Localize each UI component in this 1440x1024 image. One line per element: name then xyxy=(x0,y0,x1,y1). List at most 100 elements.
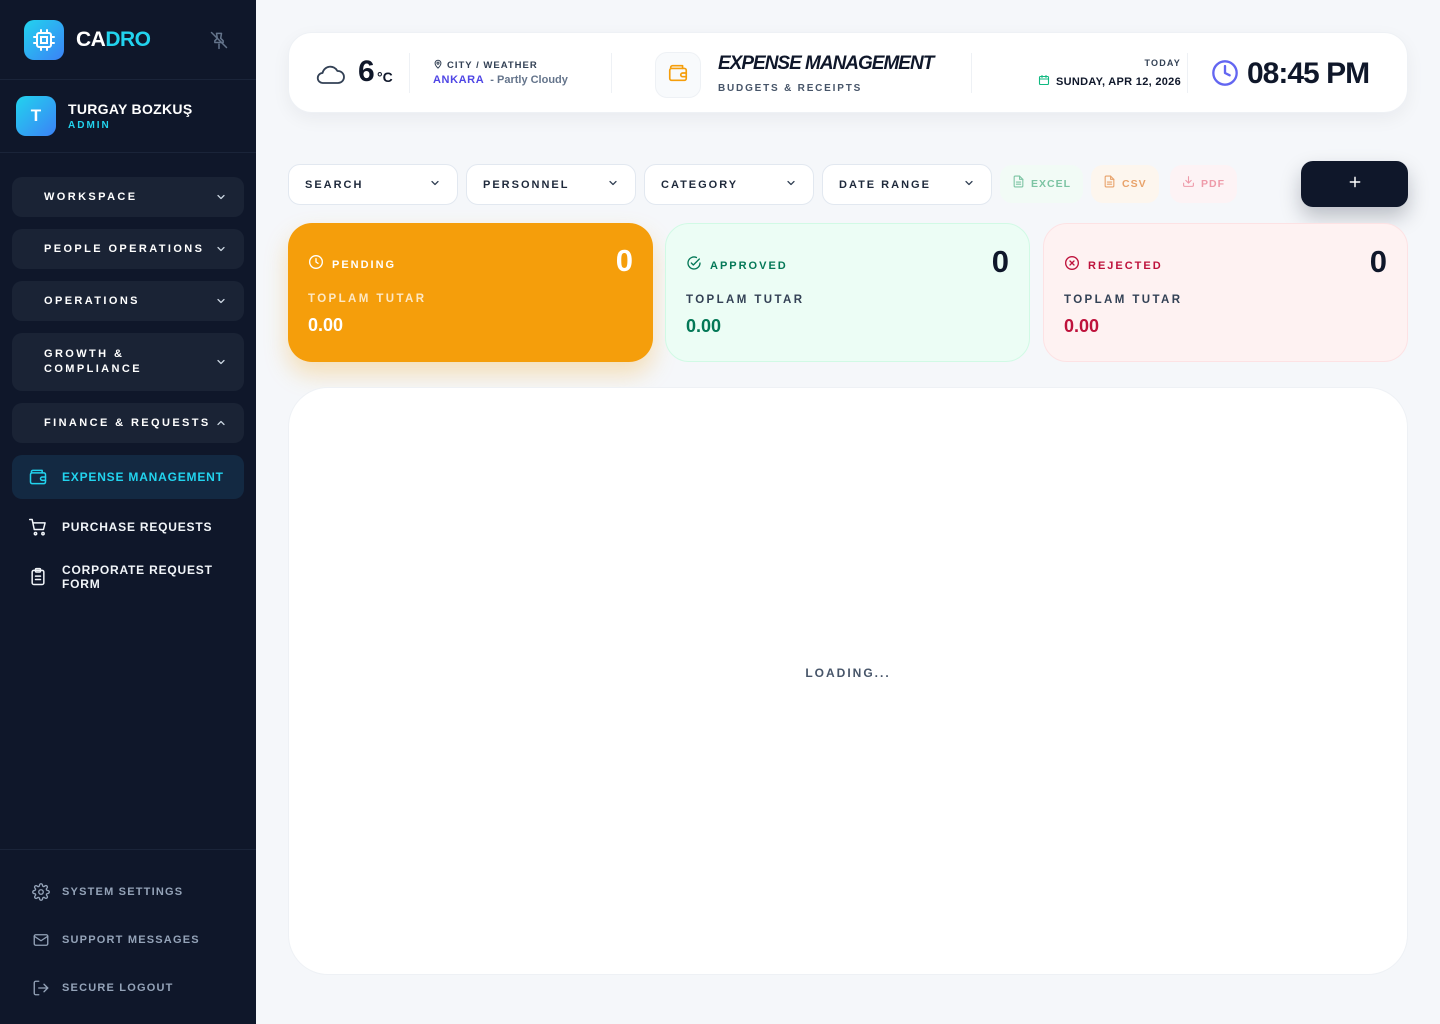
category-filter[interactable]: CATEGORY xyxy=(644,164,814,205)
location-pin-icon xyxy=(433,56,443,74)
divider xyxy=(409,53,410,93)
download-icon xyxy=(1182,175,1195,193)
approved-stat-card[interactable]: APPROVED 0 TOPLAM TUTAR 0.00 xyxy=(665,223,1030,362)
rejected-stat-card[interactable]: REJECTED 0 TOPLAM TUTAR 0.00 xyxy=(1043,223,1408,362)
file-spreadsheet-icon xyxy=(1012,175,1025,193)
stat-amount: 0.00 xyxy=(1064,316,1100,336)
sidebar-footer: SYSTEM SETTINGS SUPPORT MESSAGES SECURE … xyxy=(0,849,256,1024)
stat-status: REJECTED xyxy=(1088,259,1163,272)
city-weather-label: CITY / WEATHER xyxy=(433,56,538,74)
secure-logout-link[interactable]: SECURE LOGOUT xyxy=(20,964,236,1012)
sidebar-nav: WORKSPACE PEOPLE OPERATIONS OPERATIONS G… xyxy=(0,153,256,605)
page-icon-box xyxy=(655,52,701,98)
sidebar-group-label: PEOPLE OPERATIONS xyxy=(44,242,205,255)
clipboard-icon xyxy=(28,567,48,587)
sidebar-group-finance-requests[interactable]: FINANCE & REQUESTS xyxy=(12,403,244,443)
stat-sublabel: TOPLAM TUTAR xyxy=(1064,294,1183,306)
sidebar-item-expense-management[interactable]: EXPENSE MANAGEMENT xyxy=(12,455,244,499)
stat-sublabel: TOPLAM TUTAR xyxy=(686,294,805,306)
chevron-down-icon xyxy=(214,190,228,204)
avatar: T xyxy=(16,96,56,136)
search-filter[interactable]: SEARCH xyxy=(288,164,458,205)
chevron-down-icon xyxy=(429,176,441,194)
stat-amount: 0.00 xyxy=(308,315,344,335)
sidebar-item-label: CORPORATE REQUEST FORM xyxy=(62,563,213,591)
user-name: TURGAY BOZKUŞ xyxy=(68,101,193,117)
chevron-down-icon xyxy=(607,176,619,194)
loading-indicator: LOADING... xyxy=(805,666,891,680)
sidebar-group-label: GROWTH & COMPLIANCE xyxy=(44,348,142,375)
sidebar-group-workspace[interactable]: WORKSPACE xyxy=(12,177,244,217)
page-title: EXPENSE MANAGEMENT xyxy=(718,53,934,74)
brand: CADRO xyxy=(0,0,256,80)
file-text-icon xyxy=(1103,175,1116,193)
cart-icon xyxy=(28,517,48,537)
user-role: ADMIN xyxy=(68,120,111,131)
add-expense-button[interactable] xyxy=(1301,161,1408,207)
user-profile[interactable]: T TURGAY BOZKUŞ ADMIN xyxy=(0,80,256,153)
expense-list-panel: LOADING... xyxy=(288,387,1408,975)
system-settings-link[interactable]: SYSTEM SETTINGS xyxy=(20,868,236,916)
sidebar: CADRO T TURGAY BOZKUŞ ADMIN WORKSPACE PE… xyxy=(0,0,256,1024)
top-header: 6 °C CITY / WEATHER ANKARA - Partly Cloud… xyxy=(288,32,1408,113)
current-date: SUNDAY, APR 12, 2026 xyxy=(1038,73,1181,91)
city-weather: ANKARA - Partly Cloudy xyxy=(433,74,568,86)
sidebar-group-operations[interactable]: OPERATIONS xyxy=(12,281,244,321)
export-pdf-button[interactable]: PDF xyxy=(1170,165,1237,203)
sidebar-group-people-operations[interactable]: PEOPLE OPERATIONS xyxy=(12,229,244,269)
chevron-down-icon xyxy=(214,242,228,256)
stat-count: 0 xyxy=(615,243,633,278)
sidebar-item-purchase-requests[interactable]: PURCHASE REQUESTS xyxy=(12,505,244,549)
sidebar-group-growth-compliance[interactable]: GROWTH & COMPLIANCE xyxy=(12,333,244,391)
city-name: ANKARA xyxy=(433,74,485,86)
temperature-unit: °C xyxy=(377,69,393,85)
personnel-filter[interactable]: PERSONNEL xyxy=(466,164,636,205)
stat-count: 0 xyxy=(1369,244,1387,279)
page-subtitle: BUDGETS & RECEIPTS xyxy=(718,83,863,94)
stat-amount: 0.00 xyxy=(686,316,722,336)
unpin-icon[interactable] xyxy=(208,29,230,51)
pending-stat-card[interactable]: PENDING 0 TOPLAM TUTAR 0.00 xyxy=(288,223,653,362)
stat-count: 0 xyxy=(991,244,1009,279)
plus-icon xyxy=(1347,174,1363,195)
wallet-icon xyxy=(667,62,689,89)
sidebar-group-label: FINANCE & REQUESTS xyxy=(44,416,211,429)
bottom-item-label: SYSTEM SETTINGS xyxy=(62,886,184,898)
bottom-item-label: SECURE LOGOUT xyxy=(62,982,174,994)
current-time: 08:45 PM xyxy=(1247,57,1370,90)
wallet-icon xyxy=(28,467,48,487)
logout-icon xyxy=(32,979,50,997)
bottom-item-label: SUPPORT MESSAGES xyxy=(62,934,200,946)
x-circle-icon xyxy=(1064,255,1080,276)
stat-status: APPROVED xyxy=(710,259,788,272)
weather-condition: - Partly Cloudy xyxy=(490,74,568,86)
sidebar-group-label: WORKSPACE xyxy=(44,190,138,203)
stat-sublabel: TOPLAM TUTAR xyxy=(308,293,427,305)
gear-icon xyxy=(32,883,50,901)
clock-icon xyxy=(308,254,324,275)
divider xyxy=(1187,53,1188,93)
chevron-down-icon xyxy=(963,176,975,194)
date-range-filter[interactable]: DATE RANGE xyxy=(822,164,992,205)
chevron-up-icon xyxy=(214,416,228,430)
sidebar-item-label: PURCHASE REQUESTS xyxy=(62,520,213,534)
support-messages-link[interactable]: SUPPORT MESSAGES xyxy=(20,916,236,964)
sidebar-item-corporate-request-form[interactable]: CORPORATE REQUEST FORM xyxy=(12,555,244,599)
cloud-icon xyxy=(314,62,346,91)
temperature: 6 xyxy=(358,55,375,88)
sidebar-item-label: EXPENSE MANAGEMENT xyxy=(62,470,224,484)
chevron-down-icon xyxy=(214,355,228,369)
chevron-down-icon xyxy=(214,294,228,308)
divider xyxy=(971,53,972,93)
export-csv-button[interactable]: CSV xyxy=(1091,165,1159,203)
sidebar-group-label: OPERATIONS xyxy=(44,294,140,307)
today-label: TODAY xyxy=(1144,58,1181,68)
clock-icon xyxy=(1211,59,1239,92)
mail-icon xyxy=(32,931,50,949)
export-excel-button[interactable]: EXCEL xyxy=(1000,165,1084,203)
divider xyxy=(611,53,612,93)
brand-name: CADRO xyxy=(76,27,151,51)
cpu-icon[interactable] xyxy=(24,19,64,60)
check-circle-icon xyxy=(686,255,702,276)
calendar-icon xyxy=(1038,73,1050,91)
